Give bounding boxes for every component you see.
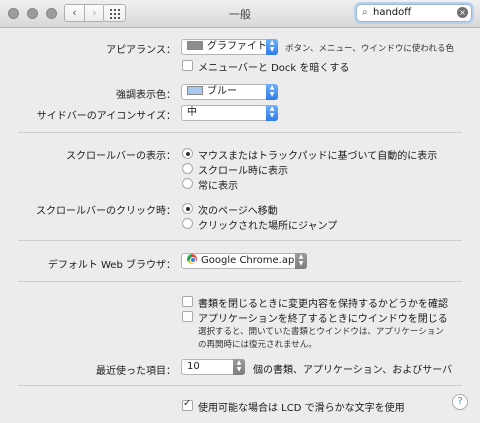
ask-keep-changes-checkbox[interactable] <box>182 296 193 307</box>
highlight-popup[interactable]: ブルー ▲ ▼ <box>181 84 278 100</box>
search-field[interactable]: ⌕ handoff × <box>356 4 472 22</box>
recent-items-value: 10 <box>187 361 200 372</box>
lcd-smoothing-label: 使用可能な場合は LCD で滑らかな文字を使用 <box>198 403 405 414</box>
default-browser-popup[interactable]: Google Chrome.app ▲ ▼ <box>181 253 307 269</box>
help-button[interactable]: ? <box>452 394 468 410</box>
sidebar-icon-size-label: サイドバーのアイコンサイズ： <box>36 111 176 122</box>
appearance-popup[interactable]: グラファイト ▲ ▼ <box>181 39 278 55</box>
lcd-smoothing-checkbox[interactable] <box>182 398 193 411</box>
scrollbars-scrolling-radio[interactable] <box>182 163 193 174</box>
close-windows-label: アプリケーションを終了するときにウインドウを閉じる <box>198 314 448 325</box>
question-icon: ? <box>457 396 463 407</box>
clear-search-icon[interactable]: × <box>457 7 468 18</box>
separator <box>18 281 462 282</box>
recent-items-popup[interactable]: 10 ▲ ▼ <box>181 359 245 375</box>
scrollbars-scrolling-label: スクロール時に表示 <box>198 166 288 177</box>
appearance-label: アピアランス： <box>106 45 176 56</box>
popup-arrows-icon: ▲ ▼ <box>266 105 278 121</box>
title-bar: ‹ › 一般 ⌕ handoff × <box>0 0 480 28</box>
close-windows-note-line2: の再開時には復元されません。 <box>198 340 317 350</box>
scroll-click-jump-label: クリックされた場所にジャンプ <box>198 221 338 232</box>
scrollbars-auto-label: マウスまたはトラックパッドに基づいて自動的に表示 <box>198 151 438 162</box>
sidebar-icon-size-popup[interactable]: 中 ▲ ▼ <box>181 105 278 121</box>
scroll-click-label: スクロールバーのクリック時： <box>36 206 176 217</box>
default-browser-value: Google Chrome.app <box>201 255 301 266</box>
separator <box>18 132 462 133</box>
appearance-value: グラファイト <box>207 41 267 52</box>
close-windows-checkbox[interactable] <box>182 311 193 322</box>
separator <box>18 385 462 386</box>
graphite-swatch-icon <box>187 41 203 50</box>
highlight-value: ブルー <box>207 86 237 97</box>
scroll-click-next-page-label: 次のページへ移動 <box>198 206 278 217</box>
default-browser-label: デフォルト Web ブラウザ： <box>47 260 176 271</box>
appearance-note: ボタン、メニュー、ウインドウに使われる色 <box>285 44 454 54</box>
popup-arrows-icon: ▲ ▼ <box>233 359 245 375</box>
dark-menu-label: メニューバーと Dock を暗くする <box>198 63 350 74</box>
blue-swatch-icon <box>187 86 203 95</box>
ask-keep-changes-label: 書類を閉じるときに変更内容を保持するかどうかを確認 <box>198 299 448 310</box>
popup-arrows-icon: ▲ ▼ <box>295 253 307 269</box>
search-input[interactable]: handoff <box>373 7 411 18</box>
recent-items-label: 最近使った項目： <box>96 366 176 377</box>
highlight-label: 強調表示色： <box>116 90 176 101</box>
scrollbars-always-label: 常に表示 <box>198 181 238 192</box>
popup-arrows-icon: ▲ ▼ <box>266 84 278 100</box>
popup-arrows-icon: ▲ ▼ <box>266 39 278 55</box>
scrollbars-auto-radio[interactable] <box>182 148 193 159</box>
separator <box>18 240 462 241</box>
scrollbars-always-radio[interactable] <box>182 178 193 189</box>
sidebar-icon-size-value: 中 <box>187 107 197 118</box>
scroll-click-next-page-radio[interactable] <box>182 203 193 214</box>
dark-menu-checkbox[interactable] <box>182 60 193 71</box>
recent-items-suffix: 個の書類、アプリケーション、およびサーバ <box>253 365 453 376</box>
scrollbars-label: スクロールバーの表示： <box>66 151 176 162</box>
close-windows-note-line1: 選択すると、開いていた書類とウインドウは、アプリケーション <box>198 327 444 337</box>
preferences-window: ‹ › 一般 ⌕ handoff × アピアランス： グラファイト ▲ ▼ ボタン… <box>0 0 480 423</box>
scroll-click-jump-radio[interactable] <box>182 218 193 229</box>
chrome-icon <box>187 254 197 264</box>
search-icon: ⌕ <box>362 7 368 18</box>
